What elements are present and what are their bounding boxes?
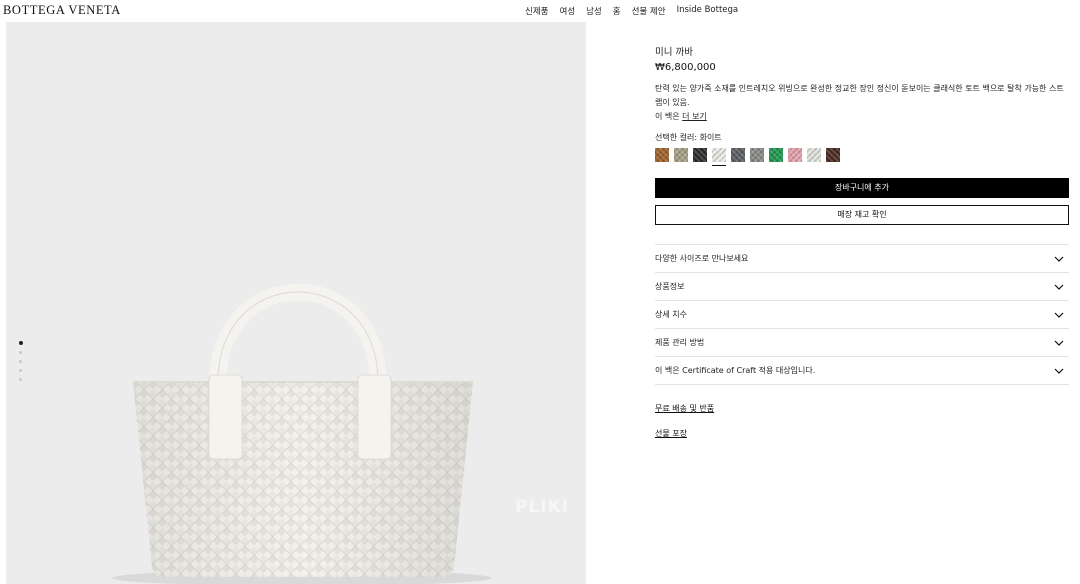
color-swatch-pink[interactable]: [788, 148, 802, 162]
color-swatch-green[interactable]: [769, 148, 783, 162]
nav-item-men[interactable]: 남성: [586, 5, 602, 17]
selected-color-label: 선택한 컬러: 화이트: [655, 133, 722, 142]
nav-item-gifts[interactable]: 선물 제안: [632, 5, 666, 17]
site-header: BOTTEGA VENETA 신제품 여성 남성 홈 선물 제안 Inside …: [0, 0, 1080, 22]
color-swatches: [655, 148, 1069, 166]
product-details-accordion: 다양한 사이즈로 만나보세요 상품정보 상세 치수 제품 관리 방법 이 백은 …: [655, 244, 1069, 385]
accordion-label: 상품정보: [655, 282, 685, 291]
accordion-care[interactable]: 제품 관리 방법: [655, 329, 1069, 357]
chevron-down-icon: [1054, 256, 1064, 262]
color-swatch-caramel[interactable]: [655, 148, 669, 162]
nav-item-inside-bottega[interactable]: Inside Bottega: [677, 5, 739, 17]
accordion-certificate-of-craft[interactable]: 이 백은 Certificate of Craft 적용 대상입니다.: [655, 357, 1069, 385]
brand-logo[interactable]: BOTTEGA VENETA: [3, 3, 121, 18]
read-more-link[interactable]: 더 보기: [682, 112, 707, 121]
accordion-sizes[interactable]: 다양한 사이즈로 만나보세요: [655, 245, 1069, 273]
chevron-down-icon: [1054, 340, 1064, 346]
accordion-label: 제품 관리 방법: [655, 338, 705, 347]
color-swatch-brown[interactable]: [826, 148, 840, 162]
chevron-down-icon: [1054, 284, 1064, 290]
check-store-stock-button[interactable]: 매장 재고 확인: [655, 205, 1069, 225]
more-info-row: 이 백은 더 보기: [655, 110, 1069, 124]
color-swatch-white[interactable]: [712, 148, 726, 166]
color-swatch-off-white[interactable]: [807, 148, 821, 162]
free-shipping-returns-link[interactable]: 무료 배송 및 반품: [655, 403, 714, 414]
color-swatch-travertine[interactable]: [674, 148, 688, 162]
chevron-down-icon: [1054, 312, 1064, 318]
product-info-panel: 미니 까바 ₩6,800,000 탄력 있는 양가죽 소재를 인트레치오 위빙으…: [655, 44, 1069, 439]
accordion-label: 상세 치수: [655, 310, 687, 319]
nav-item-home[interactable]: 홈: [613, 5, 621, 17]
more-prefix: 이 백은: [655, 112, 683, 121]
image-watermark: PLIKI: [515, 497, 570, 517]
color-swatch-thunder[interactable]: [731, 148, 745, 162]
product-bag-image: [112, 283, 492, 584]
accordion-label: 이 백은 Certificate of Craft 적용 대상입니다.: [655, 366, 816, 375]
product-description: 탄력 있는 양가죽 소재를 인트레치오 위빙으로 완성한 정교한 장인 정신이 …: [655, 84, 1064, 107]
add-to-cart-button[interactable]: 장바구니에 추가: [655, 178, 1069, 198]
service-links: 무료 배송 및 반품 선물 포장: [655, 403, 1069, 439]
gift-wrapping-link[interactable]: 선물 포장: [655, 428, 687, 439]
accordion-product-info[interactable]: 상품정보: [655, 273, 1069, 301]
product-image-gallery[interactable]: PLIKI: [6, 22, 586, 584]
accordion-dimensions[interactable]: 상세 치수: [655, 301, 1069, 329]
nav-item-new[interactable]: 신제품: [525, 5, 548, 17]
color-swatch-grey[interactable]: [750, 148, 764, 162]
nav-item-women[interactable]: 여성: [559, 5, 575, 17]
chevron-down-icon: [1054, 368, 1064, 374]
product-price: ₩6,800,000: [655, 62, 716, 73]
accordion-label: 다양한 사이즈로 만나보세요: [655, 254, 749, 263]
main-nav: 신제품 여성 남성 홈 선물 제안 Inside Bottega: [525, 5, 738, 17]
color-swatch-black[interactable]: [693, 148, 707, 162]
product-title: 미니 까바: [655, 47, 693, 58]
